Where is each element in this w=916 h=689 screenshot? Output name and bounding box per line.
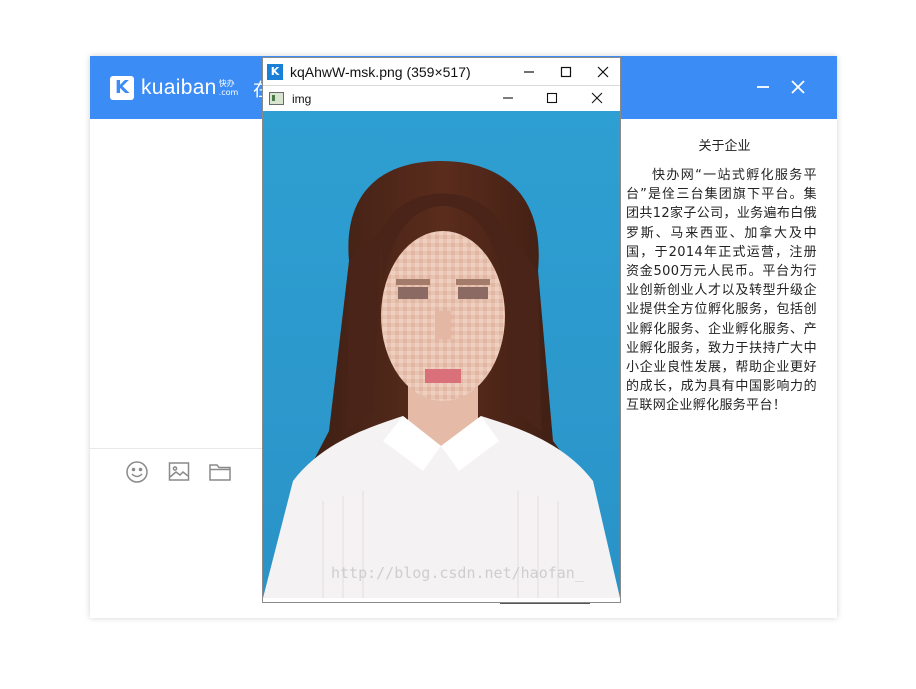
viewer-close-button[interactable] [585, 58, 621, 85]
minimize-icon [503, 96, 513, 99]
about-title: 关于企业 [698, 139, 751, 154]
img-window-titlebar[interactable]: img [263, 85, 620, 111]
about-panel: 关于企业 快办网“一站式孵化服务平台”是佺三台集团旗下平台。集团共12家子公司，… [626, 119, 821, 559]
img-minimize-button[interactable] [490, 85, 526, 110]
minimize-icon [524, 70, 534, 73]
viewer-maximize-button[interactable] [548, 58, 584, 85]
img-window-title: img [292, 91, 312, 106]
brand-sub-top: 快办 [218, 79, 235, 88]
brand-sub: 快办 .com [219, 79, 239, 97]
message-area [90, 119, 262, 618]
close-icon [597, 66, 609, 77]
about-text: 快办网“一站式孵化服务平台”是佺三台集团旗下平台。集团共12家子公司，业务遍布白… [626, 168, 817, 414]
portrait-image [263, 111, 620, 598]
maximize-icon [560, 66, 572, 77]
close-button[interactable] [786, 75, 810, 99]
emoji-icon[interactable] [125, 460, 149, 484]
viewer-title: kqAhwW-msk.png (359×517) [290, 63, 471, 80]
app-icon: K [267, 63, 283, 80]
logo-mark: K [110, 76, 134, 100]
maximize-icon [546, 92, 558, 103]
viewer-minimize-button[interactable] [511, 58, 547, 85]
minimize-button[interactable] [751, 75, 775, 99]
viewer-titlebar[interactable]: K kqAhwW-msk.png (359×517) [263, 58, 620, 85]
minimize-icon [757, 86, 769, 88]
brand-name: kuaiban [141, 76, 217, 99]
brand-logo: K kuaiban 快办 .com [110, 76, 238, 100]
watermark-text: http://blog.csdn.net/haofan_ [331, 564, 584, 582]
image-icon[interactable] [167, 460, 191, 484]
folder-icon[interactable] [208, 460, 232, 484]
portrait-photo: http://blog.csdn.net/haofan_ [263, 111, 620, 598]
brand-sub-bottom: .com [218, 88, 239, 97]
img-maximize-button[interactable] [534, 85, 570, 110]
image-viewer-window: K kqAhwW-msk.png (359×517) img http://bl… [262, 57, 621, 603]
image-window-icon [269, 92, 284, 105]
img-close-button[interactable] [579, 85, 615, 110]
close-icon [591, 92, 603, 103]
close-icon [791, 80, 805, 94]
